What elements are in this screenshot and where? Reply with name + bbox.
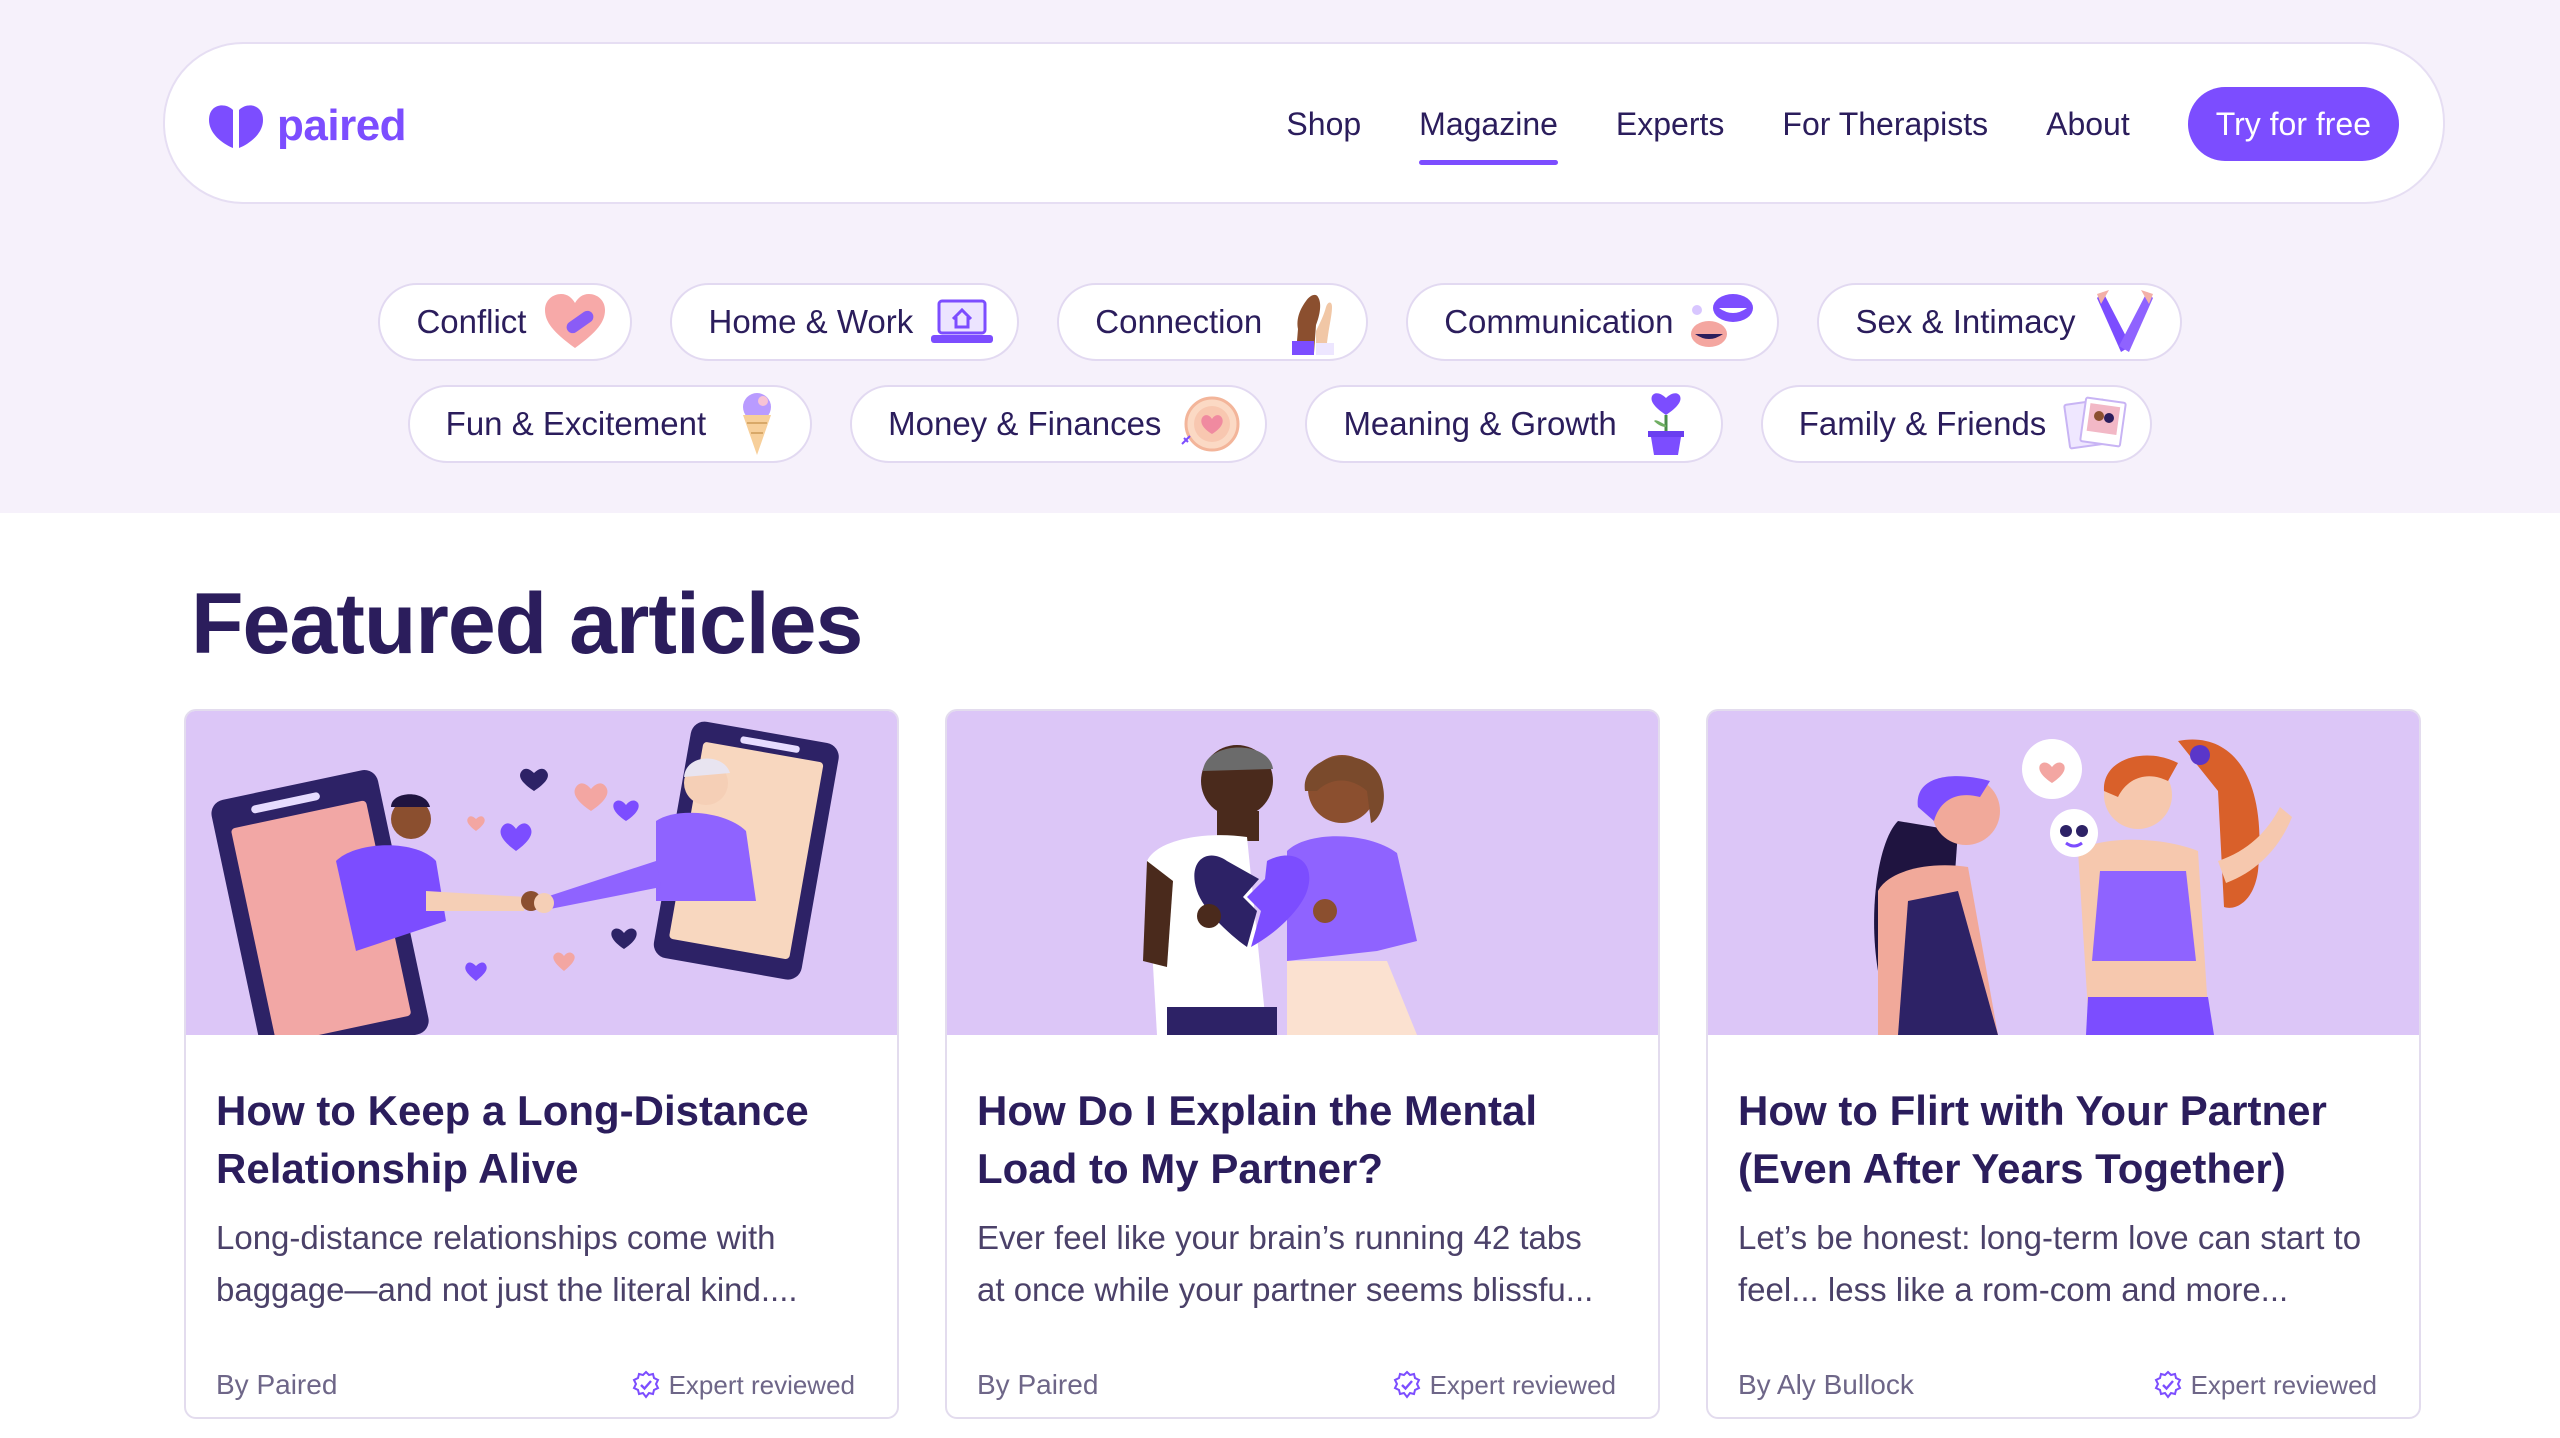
article-title[interactable]: How to Keep a Long-Distance Relationship… — [216, 1082, 855, 1198]
chip-label: Conflict — [416, 303, 527, 340]
article-excerpt: Long-distance relationships come with ba… — [216, 1219, 798, 1308]
featured-articles-list: How to Keep a Long-Distance Relationship… — [184, 709, 2422, 1419]
badge-label: Expert reviewed — [1429, 1369, 1616, 1400]
ice-cream-icon — [722, 391, 788, 457]
paired-logo-icon — [209, 105, 263, 148]
article-card-body: How to Flirt with Your Partner (Even Aft… — [1738, 1082, 2377, 1316]
expert-reviewed-badge: Expert reviewed — [1392, 1370, 1616, 1401]
photos-icon — [2062, 391, 2128, 457]
chip-label: Sex & Intimacy — [1855, 303, 2076, 340]
article-footer: By Paired Expert reviewed — [216, 1365, 855, 1405]
article-author: By Paired — [977, 1369, 1099, 1400]
chip-money-finances[interactable]: Money & Finances — [850, 385, 1268, 463]
chip-label: Fun & Excitement — [445, 405, 707, 442]
article-card[interactable]: How to Flirt with Your Partner (Even Aft… — [1706, 709, 2421, 1419]
chip-communication[interactable]: Communication — [1406, 283, 1780, 361]
potted-heart-icon — [1633, 391, 1699, 457]
article-card[interactable]: How to Keep a Long-Distance Relationship… — [184, 709, 899, 1419]
chip-label: Home & Work — [708, 303, 914, 340]
chip-label: Family & Friends — [1798, 405, 2047, 442]
article-author: By Aly Bullock — [1738, 1369, 1914, 1400]
holding-hands-icon — [1278, 289, 1344, 355]
long-distance-handshake-illustration — [186, 711, 897, 1035]
nav-experts[interactable]: Experts — [1616, 87, 1724, 161]
article-card[interactable]: How Do I Explain the Mental Load to My P… — [945, 709, 1660, 1419]
chip-meaning-growth[interactable]: Meaning & Growth — [1305, 385, 1723, 463]
chip-family-friends[interactable]: Family & Friends — [1760, 385, 2153, 463]
article-excerpt: Ever feel like your brain’s running 42 t… — [977, 1219, 1594, 1308]
expert-reviewed-badge: Expert reviewed — [2153, 1370, 2377, 1401]
heart-bandage-icon — [542, 289, 608, 355]
article-excerpt: Let’s be honest: long-term love can star… — [1738, 1219, 2362, 1308]
article-title[interactable]: How to Flirt with Your Partner (Even Aft… — [1738, 1082, 2377, 1198]
try-for-free-button[interactable]: Try for free — [2187, 87, 2399, 161]
logo[interactable]: paired — [207, 98, 407, 154]
article-title[interactable]: How Do I Explain the Mental Load to My P… — [977, 1082, 1616, 1198]
chip-connection[interactable]: Connection — [1057, 283, 1369, 361]
chip-label: Connection — [1095, 303, 1263, 340]
logo-text: paired — [277, 101, 407, 150]
article-footer: By Aly Bullock Expert reviewed — [1738, 1365, 2377, 1405]
featured-articles-heading: Featured articles — [191, 576, 863, 672]
nav-shop[interactable]: Shop — [1286, 87, 1361, 161]
nav-magazine[interactable]: Magazine — [1419, 87, 1558, 165]
article-footer: By Paired Expert reviewed — [977, 1365, 1616, 1405]
article-card-body: How Do I Explain the Mental Load to My P… — [977, 1082, 1616, 1316]
chip-label: Communication — [1444, 303, 1674, 340]
chip-home-work[interactable]: Home & Work — [670, 283, 1020, 361]
check-badge-icon — [1393, 1370, 1420, 1399]
mouths-talking-icon — [1689, 289, 1755, 355]
check-badge-icon — [2154, 1370, 2181, 1399]
article-author: By Paired — [216, 1369, 338, 1400]
chip-sex-intimacy[interactable]: Sex & Intimacy — [1817, 283, 2182, 361]
expert-reviewed-badge: Expert reviewed — [631, 1370, 855, 1401]
header-background: paired Shop Magazine Experts For Therapi… — [0, 0, 2560, 513]
chip-fun-excitement[interactable]: Fun & Excitement — [407, 385, 813, 463]
badge-label: Expert reviewed — [668, 1369, 855, 1400]
category-row-2: Fun & Excitement Money & Finances Meanin… — [0, 385, 2560, 463]
chip-label: Money & Finances — [888, 405, 1162, 442]
laptop-home-icon — [929, 289, 995, 355]
crossed-legs-icon — [2092, 289, 2158, 355]
nav-about[interactable]: About — [2046, 87, 2130, 161]
badge-label: Expert reviewed — [2190, 1369, 2377, 1400]
navbar: paired Shop Magazine Experts For Therapi… — [163, 42, 2445, 204]
chip-label: Meaning & Growth — [1343, 405, 1617, 442]
chip-conflict[interactable]: Conflict — [378, 283, 633, 361]
main-nav: Shop Magazine Experts For Therapists Abo… — [1257, 87, 2399, 165]
flirting-couple-illustration — [1708, 711, 2419, 1035]
nav-for-therapists[interactable]: For Therapists — [1782, 87, 1988, 161]
category-row-1: Conflict Home & Work Connection Communic… — [0, 283, 2560, 361]
coin-heart-icon — [1177, 391, 1243, 457]
article-card-body: How to Keep a Long-Distance Relationship… — [216, 1082, 855, 1316]
couple-broken-heart-illustration — [947, 711, 1658, 1035]
check-badge-icon — [632, 1370, 659, 1399]
